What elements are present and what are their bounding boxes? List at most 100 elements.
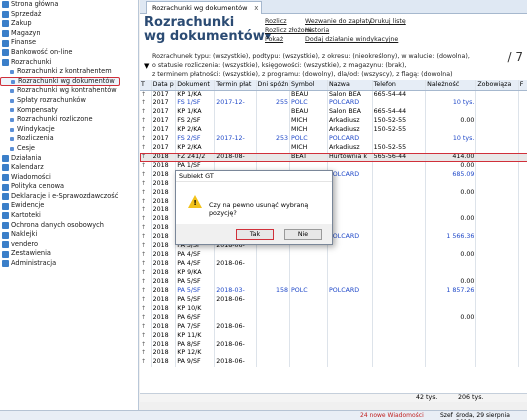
table-cell: 255	[256, 99, 291, 108]
sidebar-item[interactable]: Kartoteki	[0, 211, 138, 221]
sidebar-item[interactable]: vendero	[0, 240, 138, 250]
table-cell	[475, 143, 519, 153]
table-cell	[475, 304, 519, 314]
table-cell: FS 2/SF	[175, 116, 216, 126]
table-row[interactable]: ↑ 2017 KP 1/KA BEAU Salon BEA 665-54-44	[140, 90, 527, 99]
sidebar-item[interactable]: Wiadomości	[0, 173, 138, 183]
filter-expand-icon[interactable]: ▼	[144, 62, 149, 70]
column-header[interactable]: T	[140, 80, 152, 91]
column-header[interactable]: Nazwa	[327, 80, 373, 91]
table-cell: 2018	[151, 197, 177, 207]
sidebar-item[interactable]: Ewidencje	[0, 201, 138, 211]
link-rozlicz[interactable]: Rozlicz	[265, 18, 287, 25]
table-cell	[214, 90, 257, 99]
table-row[interactable]: ↑ 2017 KP 2/KA MICH Arkadiusz 150-52-55	[140, 125, 527, 135]
table-cell	[372, 286, 427, 296]
sidebar-item-label: Rozrachunki z kontrahentem	[17, 67, 112, 76]
table-cell	[372, 206, 427, 216]
column-header[interactable]: Dokument	[175, 80, 216, 91]
filter-row-3[interactable]: z terminem płatności: (wszystkie), z pro…	[152, 71, 453, 78]
filter-row-2[interactable]: o statusie rozliczenia: (wszystkie), ksi…	[152, 62, 406, 69]
filter-row-1[interactable]: Rozrachunek typu: (wszystkie), podtypu: …	[152, 53, 470, 60]
row-type-icon: ↑	[140, 125, 152, 135]
table-cell	[518, 313, 527, 323]
sidebar-item[interactable]: Spłaty rozrachunków	[0, 96, 138, 106]
sidebar-item[interactable]: Rozrachunki	[0, 58, 138, 68]
sidebar-item[interactable]: Rozrachunki wg kontrahentów	[0, 86, 138, 96]
sidebar-item[interactable]: Naklejki	[0, 230, 138, 240]
table-row[interactable]: ↑ 2018 PA 8/SF 2018-06-	[140, 340, 527, 350]
link-historia[interactable]: Historia	[305, 27, 329, 34]
sidebar-item[interactable]: Magazyn	[0, 29, 138, 39]
column-header[interactable]: Telefon	[372, 80, 427, 91]
table-row[interactable]: ↑ 2018 FZ 241/2 2018-08- BEAT Hurtownia k 565-…	[140, 152, 527, 162]
table-cell	[518, 233, 527, 242]
column-header[interactable]: F	[518, 80, 527, 91]
sidebar-item[interactable]: Rozrachunki z kontrahentem	[0, 67, 138, 77]
sidebar-item[interactable]: Cesje	[0, 144, 138, 154]
table-row[interactable]: ↑ 2018 KP 9/KA	[140, 268, 527, 278]
table-row[interactable]: ↑ 2018 PA 5/SF 0.00	[140, 277, 527, 287]
sidebar-item[interactable]: Deklaracje i e-Sprawozdawczość	[0, 192, 138, 202]
link-drukuj-liste[interactable]: Drukuj listę	[370, 18, 406, 25]
table-row[interactable]: ↑ 2018 PA 5/SF 2018-03- 158 POLC POLCARD 1 857.…	[140, 286, 527, 296]
table-cell	[256, 331, 291, 341]
column-header[interactable]: Symbol	[289, 80, 328, 91]
table-row[interactable]: ↑ 2018 PA 4/SF 0.00	[140, 250, 527, 260]
sidebar-item-label: Wiadomości	[11, 172, 51, 181]
table-row[interactable]: ↑ 2018 KP 12/K	[140, 349, 527, 359]
sidebar-item[interactable]: Zakup	[0, 19, 138, 29]
sidebar-item[interactable]: Zestawienia	[0, 249, 138, 259]
table-cell	[475, 358, 519, 368]
yes-button[interactable]: Tak	[236, 229, 274, 240]
column-header[interactable]: Termin płat	[214, 80, 257, 91]
table-cell: 2018	[151, 358, 177, 368]
table-cell	[518, 295, 527, 305]
table-row[interactable]: ↑ 2017 KP 1/KA BEAU Salon BEA 665-54-44	[140, 107, 527, 117]
table-row[interactable]: ↑ 2017 FS 2/SF MICH Arkadiusz 150-52-55 0.00	[140, 116, 527, 126]
sidebar-item[interactable]: Windykacje	[0, 125, 138, 135]
sidebar-item[interactable]: Działania	[0, 154, 138, 164]
sidebar-item[interactable]: Finanse	[0, 38, 138, 48]
column-header[interactable]: Data p	[151, 80, 177, 91]
sidebar-item[interactable]: Rozliczenia	[0, 134, 138, 144]
table-row[interactable]: ↑ 2018 PA 5/SF 2018-06-	[140, 295, 527, 305]
sidebar-item[interactable]: Kalendarz	[0, 163, 138, 173]
no-button[interactable]: Nie	[284, 229, 322, 240]
messages-notification[interactable]: 24 nowe Wiadomości	[360, 412, 424, 419]
link-dodaj-dzialanie[interactable]: Dodaj działanie windykacyjne	[305, 36, 398, 43]
column-header[interactable]: Zobowiąza	[475, 80, 519, 91]
table-row[interactable]: ↑ 2017 FS 1/SF 2017-12- 255 POLC POLCARD 10 tys…	[140, 99, 527, 108]
table-cell	[425, 143, 477, 153]
link-wezwanie-do-zaplaty[interactable]: Wezwanie do zapłaty	[305, 18, 372, 25]
table-cell: 150-52-55	[372, 143, 427, 153]
sidebar-item[interactable]: Rozrachunki wg dokumentów	[0, 76, 120, 87]
tab-rozrachunki-wg-dokumentow[interactable]: Rozrachunki wg dokumentów x	[146, 1, 263, 14]
table-row[interactable]: ↑ 2018 PA 7/SF 2018-06-	[140, 322, 527, 332]
page-title-line2[interactable]: wg dokumentów▾	[144, 30, 271, 44]
table-row[interactable]: ↑ 2018 KP 11/K	[140, 331, 527, 341]
close-icon[interactable]: x	[254, 2, 258, 14]
sidebar-item[interactable]: Ochrona danych osobowych	[0, 221, 138, 231]
table-cell: 10 tys.	[425, 134, 477, 144]
sidebar-item[interactable]: Polityka cenowa	[0, 182, 138, 192]
sidebar-item[interactable]: Administracja	[0, 259, 138, 269]
table-row[interactable]: ↑ 2018 PA 6/SF 0.00	[140, 313, 527, 323]
table-row[interactable]: ↑ 2017 KP 2/KA MICH Arkadiusz 150-52-55	[140, 143, 527, 153]
column-header[interactable]: Należność	[425, 80, 477, 91]
sidebar-item[interactable]: Bankowość on-line	[0, 48, 138, 58]
sidebar-item[interactable]: Sprzedaż	[0, 10, 138, 20]
sidebar-item[interactable]: Kompensaty	[0, 106, 138, 116]
table-row[interactable]: ↑ 2017 FS 2/SF 2017-12- 253 POLC POLCARD 10 tys…	[140, 134, 527, 144]
table-cell: 2018	[151, 233, 177, 242]
table-row[interactable]: ↑ 2018 PA 9/SF 2018-06-	[140, 358, 527, 368]
table-cell	[475, 331, 519, 341]
table-row[interactable]: ↑ 2018 PA 4/SF 2018-06-	[140, 259, 527, 269]
table-cell	[256, 322, 291, 332]
table-row[interactable]: ↑ 2018 KP 10/K	[140, 304, 527, 314]
sidebar-item[interactable]: Strona główna	[0, 0, 138, 10]
sidebar-item[interactable]: Rozrachunki rozliczone	[0, 115, 138, 125]
folder-icon	[2, 164, 9, 172]
link-pokaz[interactable]: Pokaż	[265, 36, 283, 43]
column-header[interactable]: Dni spóźni	[256, 80, 291, 91]
